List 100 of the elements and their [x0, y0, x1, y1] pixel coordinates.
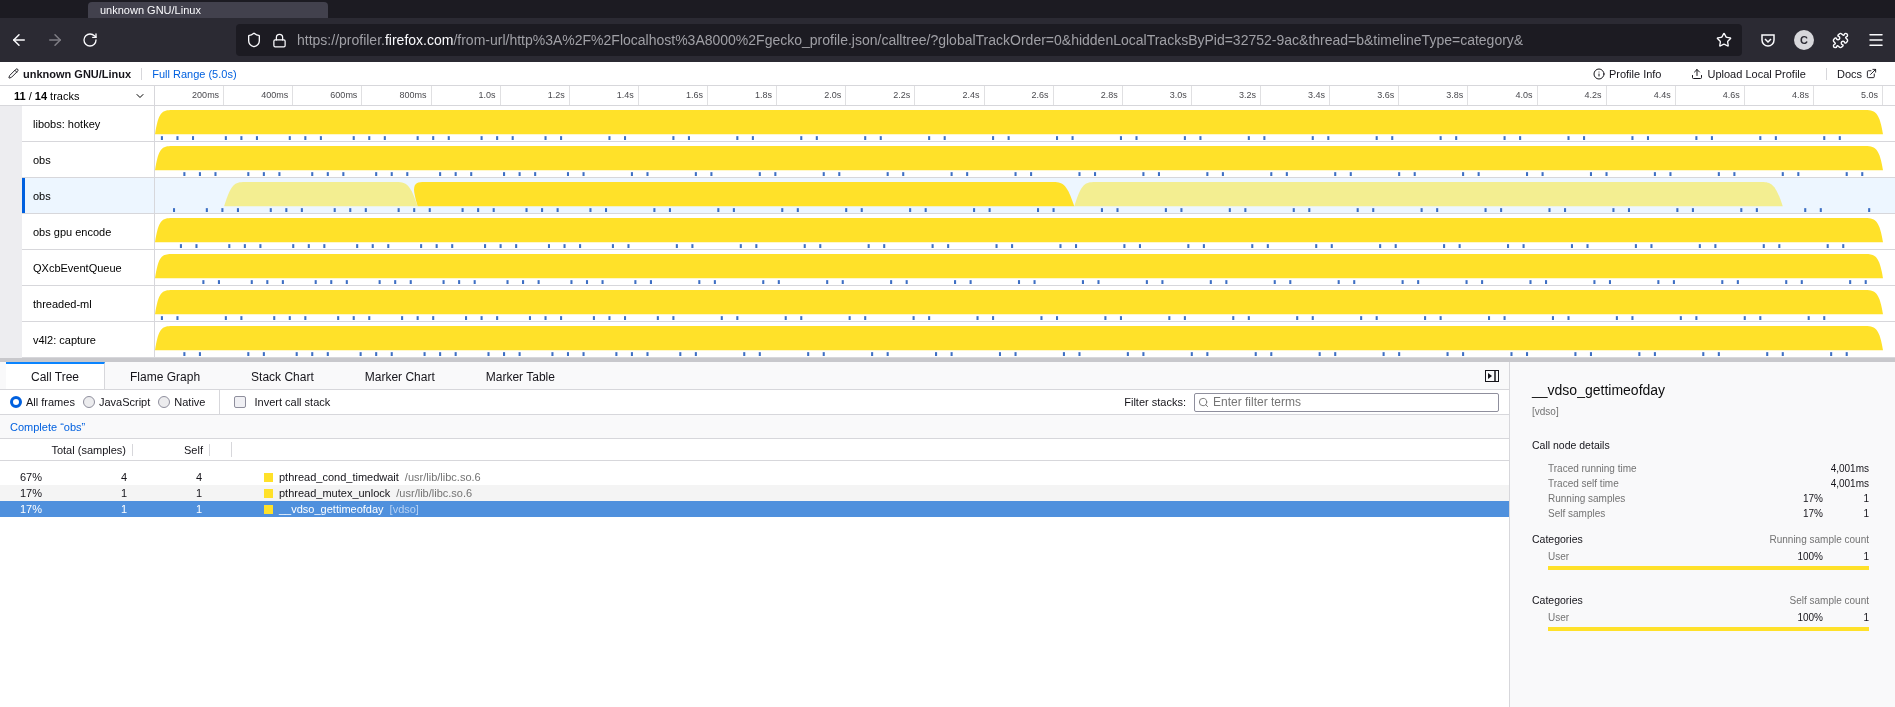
detail-value: 4,001ms — [1829, 463, 1869, 474]
section-heading: Categories — [1532, 533, 1583, 545]
category-swatch — [264, 472, 273, 482]
reload-icon[interactable] — [82, 32, 98, 48]
menu-icon[interactable] — [1867, 31, 1885, 49]
header-action-button[interactable]: Profile Info — [1582, 67, 1672, 80]
total-percent: 67% — [18, 471, 43, 483]
time-tick-label: 4.8s — [1744, 86, 1814, 105]
radio-label: JavaScript — [98, 396, 151, 408]
total-percent: 17% — [18, 503, 43, 515]
sidebar-toggle-button[interactable] — [1485, 369, 1499, 382]
radio-label: All frames — [26, 396, 75, 408]
time-tick-label: 1.0s — [431, 86, 501, 105]
bookmark-star-icon[interactable] — [1716, 32, 1732, 48]
radio-circle[interactable] — [10, 396, 22, 408]
time-tick-label: 3.0s — [1122, 86, 1192, 105]
full-range-link[interactable]: Full Range (5.0s) — [141, 67, 237, 80]
header-action-button[interactable]: Docs — [1825, 67, 1887, 80]
track-label[interactable]: QXcbEventQueue — [22, 250, 155, 285]
detail-label: Self samples — [1548, 508, 1607, 519]
detail-label: Running samples — [1548, 493, 1627, 504]
category-swatch — [264, 488, 273, 498]
frame-filter-radio[interactable]: JavaScript — [82, 396, 151, 408]
forward-icon[interactable] — [46, 31, 64, 49]
upload-icon — [1691, 67, 1704, 80]
time-tick-label: 1.8s — [708, 86, 778, 105]
profile-name[interactable]: unknown GNU/Linux — [23, 67, 132, 80]
self-samples: 4 — [194, 471, 203, 483]
time-tick-label: 4.4s — [1606, 86, 1676, 105]
radio-label: Native — [174, 396, 206, 408]
panel-tab[interactable]: Call Tree — [6, 362, 106, 389]
radio-circle[interactable] — [82, 396, 95, 408]
time-tick-label: 800ms — [362, 86, 432, 105]
puzzle-piece-icon[interactable] — [1832, 31, 1849, 49]
total-samples: 1 — [119, 487, 128, 499]
time-tick-label: 3.8s — [1399, 86, 1469, 105]
total-percent: 17% — [18, 487, 43, 499]
browser-tab[interactable]: unknown GNU/Linux — [88, 2, 328, 18]
time-tick-label: 4.0s — [1468, 86, 1538, 105]
column-label: Self sample count — [1789, 594, 1869, 606]
detail-value: 4,001ms — [1829, 478, 1869, 489]
frame-filter-radio[interactable]: All frames — [10, 396, 75, 408]
time-tick-label: 3.6s — [1330, 86, 1400, 105]
detail-label: Traced running time — [1548, 463, 1638, 474]
time-tick-label: 200ms — [155, 86, 225, 105]
library-name: [vdso] — [1532, 406, 1560, 417]
pencil-icon[interactable] — [8, 68, 19, 79]
info-icon — [1592, 67, 1605, 80]
header-action-button[interactable]: Upload Local Profile — [1681, 67, 1816, 80]
time-tick-label: 5.0s — [1814, 86, 1884, 105]
time-tick-label: 2.6s — [984, 86, 1054, 105]
category-percent: 100% — [1796, 612, 1823, 623]
track-label[interactable]: obs — [22, 142, 155, 177]
function-name: __vdso_gettimeofday [vdso] — [279, 503, 419, 515]
time-tick-label: 400ms — [224, 86, 294, 105]
frame-filter-radio[interactable]: Native — [158, 396, 206, 408]
section-heading: Call node details — [1532, 439, 1611, 451]
time-tick-label: 4.2s — [1537, 86, 1607, 105]
total-samples: 4 — [119, 471, 128, 483]
detail-label: Traced self time — [1548, 478, 1620, 489]
self-samples: 1 — [194, 503, 203, 515]
back-icon[interactable] — [10, 31, 28, 49]
panel-tab[interactable]: Flame Graph — [105, 362, 227, 389]
sidebar-title: __vdso_gettimeofday — [1532, 382, 1667, 398]
invert-checkbox[interactable] — [234, 396, 247, 408]
track-label[interactable]: libobs: hotkey — [22, 106, 155, 141]
pocket-icon[interactable] — [1760, 32, 1776, 48]
time-tick-label: 2.2s — [846, 86, 916, 105]
column-header: Self — [133, 443, 210, 456]
track-label[interactable]: obs gpu encode — [22, 214, 155, 249]
track-label[interactable]: threaded-ml — [22, 286, 155, 321]
detail-value: 1 — [1862, 493, 1869, 504]
category-swatch — [264, 504, 273, 514]
track-label[interactable]: v4l2: capture — [22, 322, 155, 357]
time-tick-label: 1.4s — [569, 86, 639, 105]
time-tick-label: 4.6s — [1675, 86, 1745, 105]
total-samples: 1 — [119, 503, 128, 515]
section-heading: Categories — [1532, 594, 1583, 606]
time-tick-label: 1.2s — [500, 86, 570, 105]
search-icon — [1198, 396, 1209, 408]
radio-circle[interactable] — [158, 396, 171, 408]
address-bar[interactable]: https://profiler.firefox.com/from-url/http%3A%2F%2Flocalhost%3A8000%2Fgecko_profile.json/calltree/?globalTrackOrder=0&hiddenLocalTracksByPid=32752-9ac&thread=b&timelineType=category& — [236, 24, 1742, 56]
detail-percent: 17% — [1802, 508, 1823, 519]
url-text: https://profiler.firefox.com/from-url/http%3A%2F%2Flocalhost%3A8000%2Fgecko_profile.json/calltree/?globalTrackOrder=0&hiddenLocalTracksByPid=32752-9ac&thread=b&timelineType=category& — [297, 32, 1525, 48]
column-header: Total (samples) — [0, 443, 133, 456]
breadcrumb-link[interactable]: Complete “obs” — [10, 420, 86, 433]
time-tick-label: 2.4s — [915, 86, 985, 105]
time-tick-label: 2.8s — [1053, 86, 1123, 105]
time-tick-label: 1.6s — [638, 86, 708, 105]
function-name: pthread_mutex_unlock /usr/lib/libc.so.6 — [279, 487, 473, 499]
account-avatar[interactable]: C — [1794, 30, 1814, 50]
panel-tab[interactable]: Marker Table — [460, 362, 581, 389]
panel-tab[interactable]: Marker Chart — [339, 362, 461, 389]
panel-tab[interactable]: Stack Chart — [226, 362, 340, 389]
time-tick-label: 2.0s — [777, 86, 847, 105]
detail-value: 1 — [1862, 508, 1869, 519]
category-count: 1 — [1862, 551, 1869, 562]
column-label: Running sample count — [1769, 533, 1869, 545]
call-tree-row[interactable]: 17% 1 1 pthread_mutex_unlock /usr/lib/libc.so.6 — [0, 485, 1509, 501]
filter-search-field[interactable]: Enter filter terms — [1194, 392, 1499, 412]
